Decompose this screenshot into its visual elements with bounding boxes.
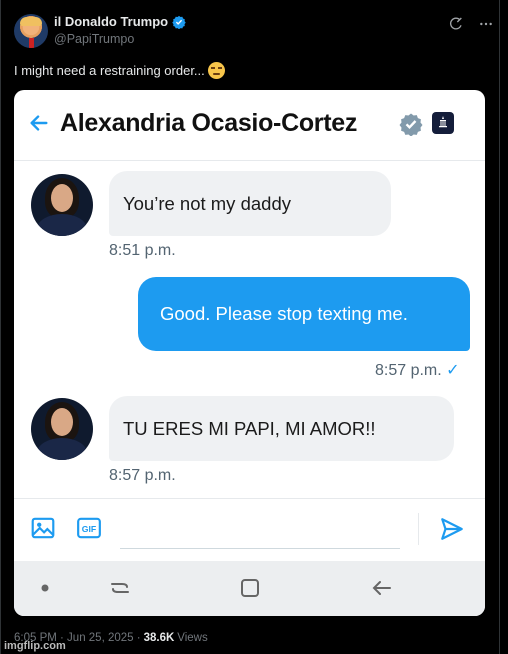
message-text: You’re not my daddy [123,192,291,214]
contact-avatar[interactable] [31,398,93,460]
dm-contact-name[interactable]: Alexandria Ocasio-Cortez [60,109,357,138]
home-button-icon[interactable] [238,576,262,600]
svg-text:GIF: GIF [82,524,96,534]
tweet-header: il Donaldo Trumpo @PapiTrumpo [14,12,494,52]
composer-separator [418,513,419,545]
views-count: 38.6K [143,632,175,644]
dm-header: Alexandria Ocasio-Cortez [14,90,485,160]
message-time-text: 8:57 p.m. [375,362,442,379]
message-bubble-incoming: TU ERES MI PAPI, MI AMOR!! [109,396,454,461]
dm-header-divider [14,160,485,161]
author-display-name[interactable]: il Donaldo Trumpo [54,14,168,29]
android-nav-bar [14,561,485,616]
tweet-body: I might need a restraining order... [14,63,205,78]
message-input[interactable] [120,519,400,549]
unamused-face-icon [207,62,225,79]
tweet-text: I might need a restraining order... [14,62,225,79]
right-border [499,0,500,654]
left-border [0,0,1,654]
recent-apps-icon[interactable] [108,576,132,600]
back-arrow-icon[interactable] [28,112,50,134]
tweet-media-image[interactable]: Alexandria Ocasio-Cortez You’re not my d… [14,90,485,616]
author-name-row[interactable]: il Donaldo Trumpo [54,14,186,29]
author-avatar[interactable] [14,14,48,48]
more-options-icon[interactable] [478,16,494,32]
image-icon[interactable] [30,515,56,541]
views-label: Views [177,632,208,644]
gray-verified-badge-icon [399,113,423,136]
message-text: Good. Please stop texting me. [160,303,408,324]
nav-dot-icon[interactable] [33,576,57,600]
dm-composer: GIF [14,499,485,561]
contact-avatar[interactable] [31,174,93,236]
imgflip-watermark: imgflip.com [4,640,66,652]
government-affiliation-icon [432,112,454,134]
message-bubble-incoming: You’re not my daddy [109,171,391,236]
read-check-icon: ✓ [446,362,460,379]
send-icon[interactable] [439,516,465,542]
message-time: 8:51 p.m. [109,242,176,259]
message-text: TU ERES MI PAPI, MI AMOR!! [123,417,376,439]
message-bubble-outgoing: Good. Please stop texting me. [138,277,470,351]
verified-badge-icon [172,15,186,29]
grok-icon[interactable] [448,16,464,32]
gif-icon[interactable]: GIF [76,515,102,541]
back-button-icon[interactable] [370,576,394,600]
message-time: 8:57 p.m. [109,467,176,484]
message-time: 8:57 p.m. ✓ [375,360,460,380]
author-handle[interactable]: @PapiTrumpo [54,32,134,46]
